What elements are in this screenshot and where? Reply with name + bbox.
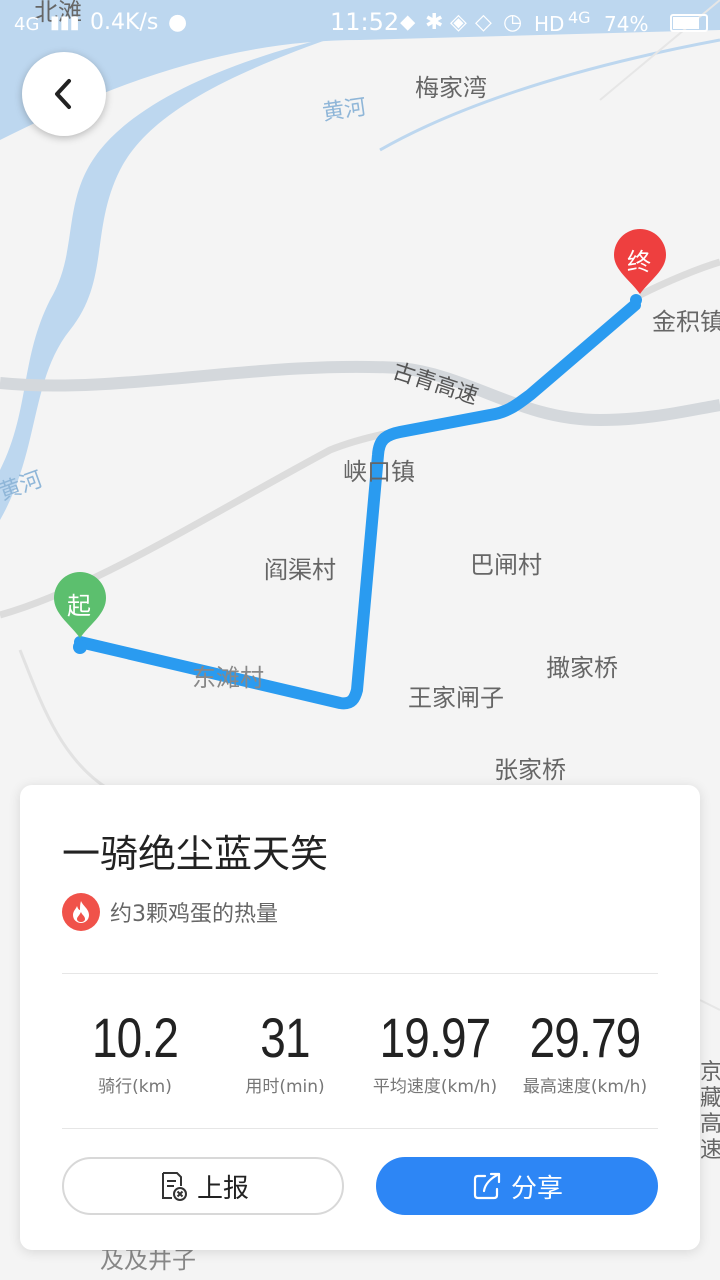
- share-icon: [473, 1172, 501, 1200]
- fire-icon: [62, 893, 100, 931]
- stat-distance-label: 骑行(km): [98, 1077, 172, 1097]
- start-marker-label: 起: [67, 592, 91, 620]
- map-label-bawencun: 巴闸村: [470, 551, 542, 579]
- calories-row: 约3颗鸡蛋的热量: [62, 893, 278, 931]
- share-button[interactable]: 分享: [376, 1157, 658, 1215]
- vibrate-icon: ◇: [475, 10, 492, 35]
- location-icon: ⬥: [400, 10, 416, 35]
- back-button[interactable]: [22, 52, 106, 136]
- bluetooth-icon: ✱: [425, 10, 444, 35]
- map-label-xiakouzhen: 峡口镇: [343, 458, 415, 486]
- net-speed: 0.4K/s: [90, 10, 159, 35]
- chevron-left-icon: [55, 79, 71, 109]
- map-label-jinjizhen: 金积镇: [652, 308, 720, 336]
- stat-duration-label: 用时(min): [245, 1077, 325, 1097]
- nfc-icon: ◈: [450, 10, 467, 35]
- status-bar: 4G ▮▮▮ 0.4K/s ● 11:52 ⬥ ✱ ◈ ◇ ◷ HD 4G 74…: [0, 0, 720, 50]
- stat-duration: 31 用时(min): [210, 1005, 360, 1097]
- stat-max-speed-label: 最高速度(km/h): [522, 1077, 648, 1097]
- map-label-huanghe-top: 黄河: [320, 95, 368, 126]
- stat-max-speed-value: 29.79: [529, 1006, 642, 1069]
- ride-title: 一骑绝尘蓝天笑: [62, 832, 329, 876]
- map-label-wangjiazhazi: 王家闸子: [408, 684, 504, 712]
- stat-avg-speed: 19.97 平均速度(km/h): [360, 1005, 510, 1097]
- map-label-yanqucun: 阎渠村: [264, 556, 336, 584]
- report-button[interactable]: 上报: [62, 1157, 344, 1215]
- map-label-meijiawan: 梅家湾: [415, 74, 487, 102]
- network-indicator-2: 4G: [568, 8, 591, 27]
- map-label-zhangjiaqiao: 张家桥: [494, 756, 566, 784]
- divider-top: [62, 973, 658, 974]
- stat-avg-speed-label: 平均速度(km/h): [372, 1077, 498, 1097]
- stat-max-speed: 29.79 最高速度(km/h): [510, 1005, 660, 1097]
- map-label-dongtancun: 东滩村: [192, 664, 264, 692]
- network-indicator: 4G: [14, 14, 40, 35]
- calories-text: 约3颗鸡蛋的热量: [110, 902, 278, 927]
- stat-duration-value: 31: [260, 1006, 310, 1069]
- time: 11:52: [330, 8, 400, 36]
- end-marker-label: 终: [627, 248, 651, 276]
- divider-bottom: [62, 1128, 658, 1129]
- stat-avg-speed-value: 19.97: [379, 1006, 492, 1069]
- signal-icon: ▮▮▮: [50, 12, 80, 33]
- share-button-label: 分享: [510, 1173, 563, 1204]
- map-label-sajiaqiao: 撖家桥: [546, 654, 618, 682]
- stat-distance: 10.2 骑行(km): [60, 1005, 210, 1097]
- ride-summary-card: 一骑绝尘蓝天笑 约3颗鸡蛋的热量 10.2 骑行(km) 31 用时(min) …: [20, 785, 700, 1250]
- report-button-label: 上报: [196, 1173, 249, 1204]
- stat-distance-value: 10.2: [91, 1006, 179, 1069]
- report-document-icon: [161, 1172, 187, 1201]
- battery-percent: 74%: [604, 12, 649, 36]
- alarm-icon: ◷: [503, 10, 523, 35]
- hd-indicator: HD: [534, 12, 565, 36]
- map-label-highway-right: 京藏高速: [700, 1060, 720, 1163]
- chat-icon: ●: [168, 10, 188, 35]
- battery-icon: [670, 14, 708, 32]
